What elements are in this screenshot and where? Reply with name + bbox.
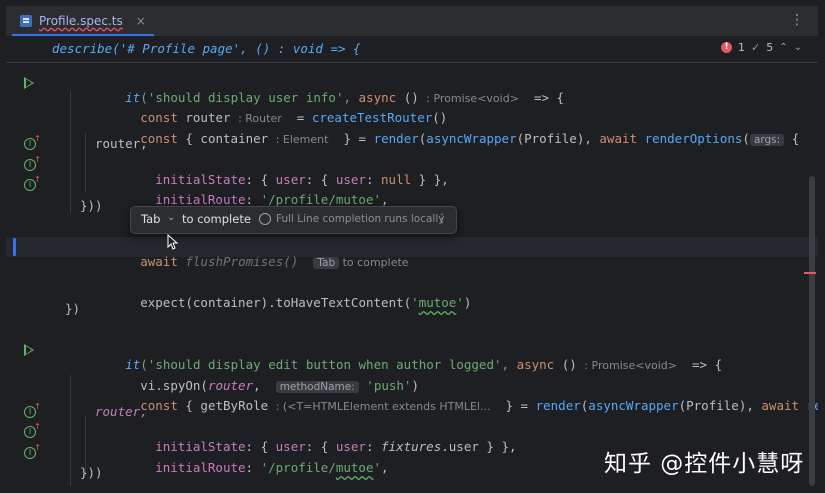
vertical-scrollbar[interactable] — [809, 176, 815, 486]
code-line: it('should display edit button when auth… — [6, 340, 818, 372]
current-code-line: await flushPromises() Tab to complete — [6, 237, 818, 269]
overridden-property-icon[interactable]: I — [24, 134, 41, 150]
code-token: router, — [95, 136, 148, 151]
code-line: I initialRoute: '/profile/mutoe', — [6, 175, 818, 207]
inspection-widget[interactable]: ! 1 ✓ 5 ⌃ ⌄ — [721, 41, 802, 54]
complete-action-label[interactable]: to complete — [182, 212, 251, 226]
full-line-completion-popup: Tab ⌄ to complete Full Line completion r… — [130, 206, 457, 234]
code-token: }) — [65, 301, 81, 316]
more-icon[interactable]: ⋮ — [790, 12, 804, 28]
code-line: const router : Router = createTestRouter… — [6, 93, 818, 125]
previous-highlight-icon[interactable]: ⌃ — [779, 42, 787, 53]
inline-completion-suggestion: flushPromises() — [177, 254, 299, 269]
file-tab[interactable]: Profile.spec.ts × — [12, 6, 154, 36]
code-editor[interactable]: it('should display user info', async () … — [6, 63, 818, 486]
chevron-down-icon[interactable]: ⌄ — [167, 212, 175, 223]
file-tab-label: Profile.spec.ts — [39, 14, 123, 28]
more-options-icon[interactable]: ⋮ — [437, 211, 449, 225]
completion-info-text: Full Line completion runs locally — [276, 213, 445, 225]
code-line: I initialState: { user: { user: fixtures… — [6, 422, 818, 454]
passed-count: 5 — [766, 41, 774, 54]
code-token: })) — [80, 465, 103, 480]
mouse-cursor-icon — [167, 234, 179, 250]
editor-tab-bar: Profile.spec.ts × ⋮ — [6, 6, 818, 36]
code-line: const { getByRole : (<T=HTMLElement exte… — [6, 381, 818, 413]
watermark: 知乎 @控件小慧呀 — [604, 451, 805, 477]
code-line: const { container : Element } = render(a… — [6, 114, 818, 146]
sticky-line-code: describe('# Profile page', () : void => … — [52, 41, 361, 56]
overridden-property-icon[interactable]: I — [24, 402, 41, 418]
run-test-icon[interactable] — [24, 344, 34, 356]
next-highlight-icon[interactable]: ⌄ — [794, 42, 802, 53]
sticky-line[interactable]: describe('# Profile page', () : void => … — [6, 36, 818, 63]
tab-key-label[interactable]: Tab — [141, 212, 160, 226]
completion-hint: to complete — [339, 256, 409, 269]
tab-key-hint: Tab — [313, 257, 340, 269]
overridden-property-icon[interactable]: I — [24, 422, 41, 438]
code-line: expect(container).toHaveTextContent('mut… — [6, 278, 818, 310]
close-icon[interactable]: × — [136, 14, 146, 28]
code-line: vi.spyOn(router, methodName: 'push') — [6, 361, 818, 393]
code-token: await — [140, 254, 178, 269]
error-icon: ! — [721, 42, 732, 53]
vcs-change-marker[interactable] — [13, 238, 16, 256]
overridden-property-icon[interactable]: I — [24, 443, 41, 459]
code-token: })) — [80, 198, 103, 213]
run-test-icon[interactable] — [24, 77, 34, 89]
error-stripe-mark[interactable] — [804, 272, 816, 274]
code-line: }) — [6, 299, 818, 319]
error-count: 1 — [738, 41, 745, 54]
check-icon: ✓ — [751, 41, 761, 54]
full-line-icon — [259, 213, 271, 225]
code-line: I router, — [6, 134, 818, 154]
overridden-property-icon[interactable]: I — [24, 155, 41, 171]
code-line: I initialState: { user: { user: null } }… — [6, 155, 818, 187]
overridden-property-icon[interactable]: I — [24, 175, 41, 191]
code-line: I router, — [6, 402, 818, 422]
code-token: router, — [95, 404, 148, 419]
typescript-test-file-icon — [20, 15, 32, 27]
code-line: it('should display user info', async () … — [6, 73, 818, 105]
ide-window: Profile.spec.ts × ⋮ describe('# Profile … — [6, 6, 818, 486]
